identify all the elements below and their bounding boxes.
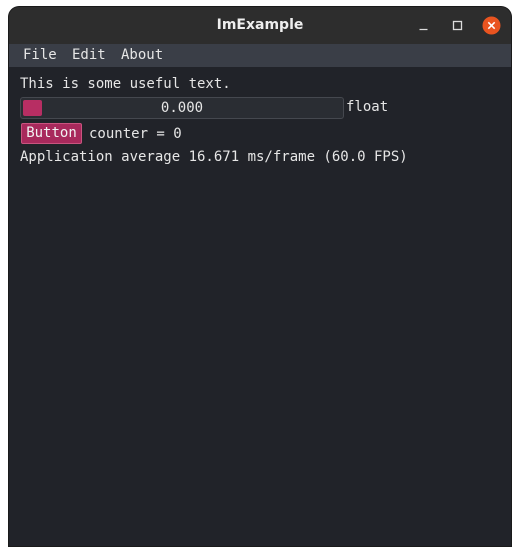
menu-about[interactable]: About	[121, 44, 163, 67]
window-title: ImExample	[216, 17, 304, 33]
slider-label: float	[346, 99, 389, 115]
counter-text: counter = 0	[89, 126, 182, 142]
app-window: ImExample File Edit About This is some u…	[9, 7, 511, 546]
float-slider[interactable]: 0.000	[20, 97, 344, 119]
button[interactable]: Button	[21, 123, 82, 144]
slider-value: 0.000	[160, 100, 204, 116]
maximize-icon[interactable]	[448, 16, 467, 35]
fps-stats: Application average 16.671 ms/frame (60.…	[20, 149, 408, 165]
useful-text: This is some useful text.	[20, 76, 231, 92]
menu-bar: File Edit About	[9, 44, 511, 67]
title-bar[interactable]: ImExample	[9, 7, 511, 44]
minimize-icon[interactable]	[414, 16, 433, 35]
menu-file[interactable]: File	[23, 44, 57, 67]
menu-edit[interactable]: Edit	[72, 44, 106, 67]
close-icon[interactable]	[482, 16, 501, 35]
